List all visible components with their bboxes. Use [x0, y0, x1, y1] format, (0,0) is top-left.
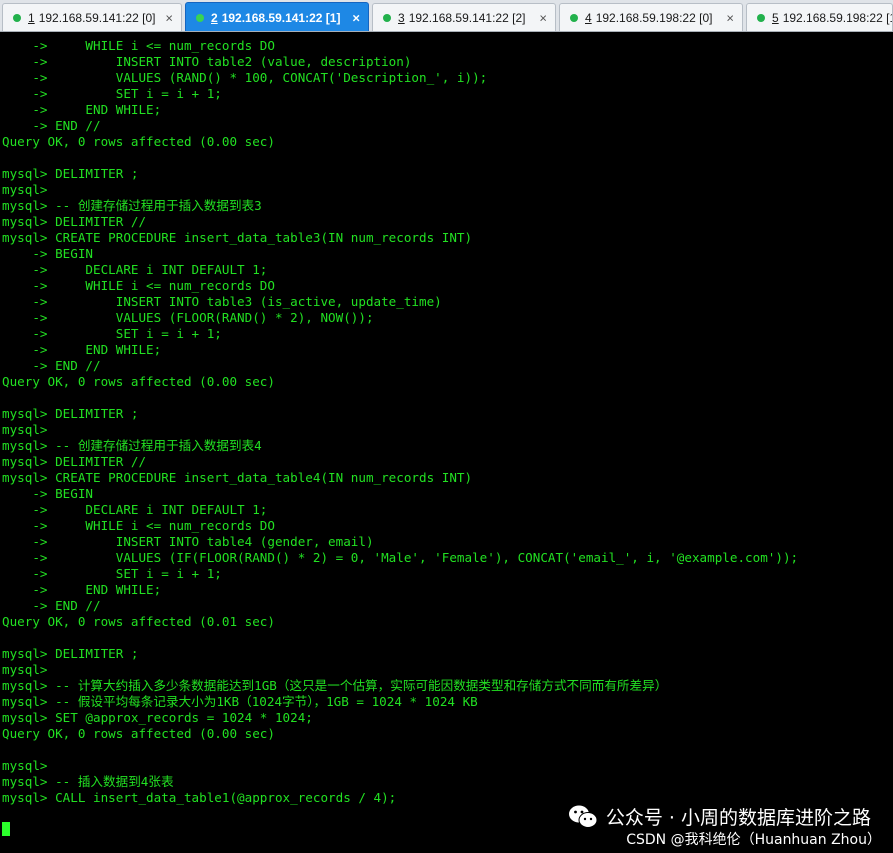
terminal-line: -> SET i = i + 1;	[2, 86, 222, 101]
terminal-line: -> DECLARE i INT DEFAULT 1;	[2, 262, 268, 277]
terminal-line: mysql> SET @approx_records = 1024 * 1024…	[2, 710, 313, 725]
terminal-cursor	[2, 822, 10, 836]
terminal-output[interactable]: -> WHILE i <= num_records DO -> INSERT I…	[2, 38, 893, 853]
terminal-line: -> END WHILE;	[2, 102, 162, 117]
terminal-line: -> BEGIN	[2, 486, 93, 501]
tab-number: 4	[585, 10, 592, 25]
tab-host-label: 192.168.59.141:22 [1]	[221, 10, 341, 25]
wechat-watermark: 公众号 · 小周的数据库进阶之路	[568, 803, 871, 830]
connected-status-icon	[570, 13, 578, 22]
terminal-line: mysql> DELIMITER //	[2, 454, 147, 469]
tab-number: 5	[772, 10, 779, 25]
terminal-line: mysql> CREATE PROCEDURE insert_data_tabl…	[2, 470, 473, 485]
close-tab-icon[interactable]: ×	[539, 10, 547, 25]
terminal-line: -> END WHILE;	[2, 342, 162, 357]
connected-status-icon	[13, 13, 21, 22]
terminal-line: -> WHILE i <= num_records DO	[2, 518, 275, 533]
terminal-line: -> VALUES (IF(FLOOR(RAND() * 2) = 0, 'Ma…	[2, 550, 799, 565]
connected-status-icon	[383, 13, 391, 22]
close-tab-icon[interactable]: ×	[352, 10, 360, 25]
terminal-line: Query OK, 0 rows affected (0.01 sec)	[2, 614, 275, 629]
terminal-line: mysql> -- 创建存储过程用于插入数据到表4	[2, 438, 262, 453]
terminal-line: mysql>	[2, 182, 48, 197]
session-tab-1[interactable]: 1 192.168.59.141:22 [0] ×	[2, 3, 182, 31]
terminal-line: Query OK, 0 rows affected (0.00 sec)	[2, 374, 275, 389]
terminal-line: mysql> -- 计算大约插入多少条数据能达到1GB（这只是一个估算，实际可能…	[2, 678, 668, 693]
terminal-line: -> END WHILE;	[2, 582, 162, 597]
wechat-icon	[568, 805, 598, 828]
close-tab-icon[interactable]: ×	[165, 10, 173, 25]
terminal-line: -> DECLARE i INT DEFAULT 1;	[2, 502, 268, 517]
terminal-line: mysql> DELIMITER //	[2, 214, 147, 229]
terminal-line: mysql>	[2, 662, 48, 677]
terminal-line: mysql>	[2, 422, 48, 437]
connected-status-icon	[196, 13, 204, 22]
session-tab-3[interactable]: 3 192.168.59.141:22 [2] ×	[372, 3, 556, 31]
terminal-line: -> END //	[2, 598, 101, 613]
tab-host-label: 192.168.59.198:22 [1]	[782, 10, 893, 25]
terminal-line: mysql> -- 创建存储过程用于插入数据到表3	[2, 198, 262, 213]
terminal-line: -> INSERT INTO table4 (gender, email)	[2, 534, 374, 549]
tab-host-label: 192.168.59.141:22 [0]	[38, 10, 156, 25]
terminal-line: mysql> -- 插入数据到4张表	[2, 774, 174, 789]
close-tab-icon[interactable]: ×	[726, 10, 734, 25]
terminal-line: -> BEGIN	[2, 246, 93, 261]
tab-host-label: 192.168.59.198:22 [0]	[595, 10, 713, 25]
terminal-line: mysql> DELIMITER ;	[2, 406, 139, 421]
tab-host-label: 192.168.59.141:22 [2]	[408, 10, 526, 25]
terminal-line: -> INSERT INTO table2 (value, descriptio…	[2, 54, 412, 69]
author-credit: CSDN @我科绝伦（Huanhuan Zhou）	[626, 832, 881, 848]
terminal-line: mysql> CREATE PROCEDURE insert_data_tabl…	[2, 230, 473, 245]
terminal-line: -> END //	[2, 118, 101, 133]
terminal-line: mysql> -- 假设平均每条记录大小为1KB（1024字节），1GB = 1…	[2, 694, 478, 709]
terminal-line: -> WHILE i <= num_records DO	[2, 278, 275, 293]
watermark-text: 公众号 · 小周的数据库进阶之路	[605, 807, 871, 829]
session-tab-5[interactable]: 5 192.168.59.198:22 [1]	[746, 3, 893, 31]
connected-status-icon	[757, 13, 765, 22]
terminal-line: -> SET i = i + 1;	[2, 566, 222, 581]
session-tab-2[interactable]: 2 192.168.59.141:22 [1] ×	[185, 2, 369, 31]
terminal-line: -> END //	[2, 358, 101, 373]
session-tab-bar: 1 192.168.59.141:22 [0] × 2 192.168.59.1…	[0, 0, 893, 32]
tab-number: 3	[398, 10, 405, 25]
terminal-line: -> WHILE i <= num_records DO	[2, 38, 275, 53]
terminal-line: mysql>	[2, 758, 48, 773]
terminal-line: mysql> DELIMITER ;	[2, 646, 139, 661]
tab-number: 2	[211, 10, 218, 25]
session-tab-4[interactable]: 4 192.168.59.198:22 [0] ×	[559, 3, 743, 31]
terminal-line: -> SET i = i + 1;	[2, 326, 222, 341]
terminal-line: -> VALUES (RAND() * 100, CONCAT('Descrip…	[2, 70, 488, 85]
terminal-line: -> VALUES (FLOOR(RAND() * 2), NOW());	[2, 310, 374, 325]
terminal-line: -> INSERT INTO table3 (is_active, update…	[2, 294, 442, 309]
terminal-line: mysql> DELIMITER ;	[2, 166, 139, 181]
terminal-line: Query OK, 0 rows affected (0.00 sec)	[2, 726, 275, 741]
terminal-line: Query OK, 0 rows affected (0.00 sec)	[2, 134, 275, 149]
tab-number: 1	[28, 10, 35, 25]
